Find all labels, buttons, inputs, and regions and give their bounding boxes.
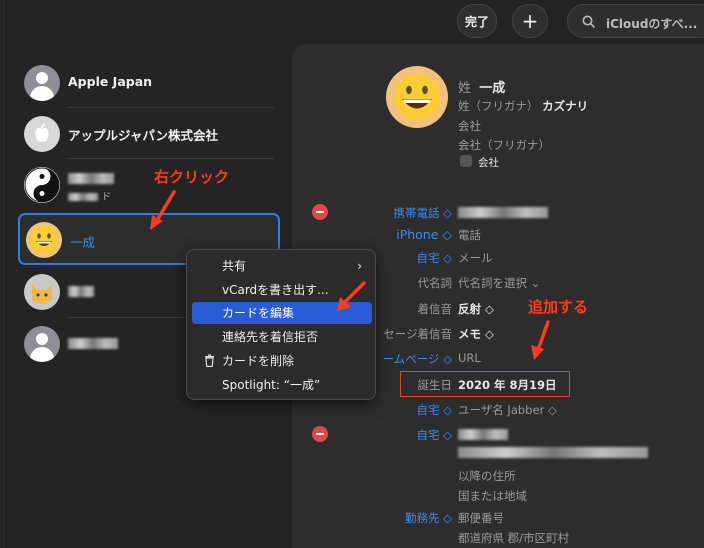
furigana-row[interactable]: 姓（フリガナ） カズナリ [458, 98, 588, 114]
im-username-field[interactable]: ユーザ名 Jabber ◇ [458, 402, 557, 418]
postal-code-field[interactable]: 郵便番号 [458, 510, 504, 526]
address-extra-field[interactable]: 以降の住所 [458, 468, 516, 484]
menu-item-spotlight[interactable]: Spotlight: “一成” [192, 374, 372, 396]
trash-icon [205, 354, 214, 367]
annotation-add: 追加する [528, 298, 589, 316]
yin-yang-icon [24, 167, 60, 203]
contact-row[interactable]: Apple Japan [18, 58, 280, 108]
chevron-right-icon: › [357, 259, 362, 273]
birthday-value[interactable]: 2020 年 8月19日 [458, 377, 557, 393]
search-field[interactable]: iCloudのすべ... [567, 4, 704, 38]
ringtone-select[interactable]: 反射 ◇ [458, 301, 494, 317]
contact-name: アップルジャパン株式会社 [68, 128, 219, 143]
search-placeholder: iCloudのすべ... [606, 17, 698, 31]
contact-name: 一成 [70, 235, 96, 250]
contact-photo[interactable] [386, 66, 448, 128]
menu-item-label: 共有 [222, 259, 247, 273]
address-line-1[interactable] [458, 427, 508, 441]
done-button[interactable]: 完了 [457, 4, 497, 38]
menu-item-label: カードを削除 [222, 354, 295, 368]
divider [68, 107, 274, 108]
company-checkbox[interactable] [460, 155, 472, 167]
apple-logo-icon [35, 123, 49, 142]
annotation-arrow-icon [337, 281, 366, 311]
menu-item-block-contact[interactable]: 連絡先を着信拒否 [192, 326, 372, 348]
avatar [24, 274, 60, 310]
company-field[interactable]: 会社 [458, 118, 481, 134]
field-value-url[interactable]: URL [458, 351, 481, 365]
company-furigana-field[interactable]: 会社（フリガナ） [458, 137, 550, 153]
pane-divider [6, 0, 7, 548]
avatar [24, 326, 60, 362]
field-label-home-im[interactable]: 自宅 ◇ [292, 402, 453, 418]
contact-row[interactable]: アップルジャパン株式会社 [18, 109, 280, 159]
field-label-iphone[interactable]: iPhone ◇ [292, 227, 452, 242]
last-name-row[interactable]: 姓 一成 [458, 77, 505, 96]
address-line-2[interactable] [458, 445, 648, 459]
prefecture-city-field[interactable]: 都道府県 郡/市区町村 [458, 530, 569, 546]
contact-subtitle: ド [68, 188, 111, 203]
company-checkbox-label: 会社 [478, 157, 499, 169]
last-name-label: 姓 [458, 81, 472, 96]
contact-name [68, 283, 94, 298]
contact-name: Apple Japan [68, 74, 153, 89]
avatar [24, 65, 60, 101]
add-button[interactable]: + [512, 4, 548, 38]
field-value-mobile[interactable] [458, 205, 548, 219]
avatar [24, 167, 60, 203]
furigana-label: 姓（フリガナ） [458, 99, 539, 113]
cat-avatar-icon [32, 284, 52, 304]
contact-name [68, 335, 118, 350]
furigana-value: カズナリ [542, 99, 589, 113]
avatar [26, 222, 62, 258]
search-icon [582, 15, 596, 29]
contact-name [68, 170, 114, 185]
annotation-arrow-icon [531, 320, 550, 360]
context-menu: 共有 › vCardを書き出す... カードを編集 連絡先を着信拒否 カードを削… [186, 249, 376, 400]
country-field[interactable]: 国または地域 [458, 488, 527, 504]
menu-item-delete-card[interactable]: カードを削除 [192, 350, 372, 372]
annotation-arrow-icon [150, 190, 176, 230]
last-name-value: 一成 [479, 81, 506, 96]
menu-item-share[interactable]: 共有 › [192, 255, 372, 277]
field-label-work-address[interactable]: 勤務先 ◇ [292, 510, 452, 526]
grinning-face-icon [30, 226, 58, 254]
field-value-email[interactable]: メール [458, 250, 493, 266]
field-label-home-address[interactable]: 自宅 ◇ [292, 427, 453, 443]
message-tone-select[interactable]: メモ ◇ [458, 326, 494, 342]
field-value-phone[interactable]: 電話 [458, 227, 481, 243]
field-label-mobile[interactable]: 携帯電話 ◇ [292, 205, 453, 221]
grinning-face-icon [394, 74, 440, 120]
divider [68, 158, 274, 159]
pronoun-select[interactable]: 代名詞を選択 ⌄ [458, 275, 540, 291]
annotation-right-click: 右クリック [154, 168, 230, 186]
avatar [24, 116, 60, 152]
